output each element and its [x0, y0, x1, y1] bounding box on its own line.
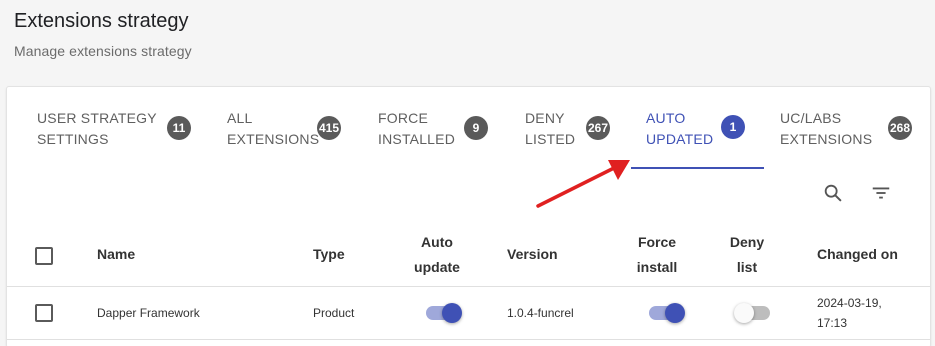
tab-label: AUTO UPDATED	[646, 110, 714, 147]
filter-button[interactable]	[867, 179, 895, 207]
tab-label: FORCE INSTALLED	[378, 110, 456, 147]
tab-label: UC/LABS EXTENSIONS	[780, 110, 873, 147]
count-badge: 268	[888, 116, 912, 140]
tab-uc-labs-extensions[interactable]: UC/LABS EXTENSIONS 268	[780, 87, 920, 171]
count-badge: 1	[721, 115, 745, 139]
extensions-card: USER STRATEGY SETTINGS 11 ALL EXTENSIONS 4…	[6, 86, 931, 346]
row-name: Dapper Framework	[97, 306, 200, 320]
tab-auto-updated[interactable]: AUTO UPDATED 1	[646, 87, 761, 171]
column-header-version[interactable]: Version	[507, 242, 558, 267]
auto-update-toggle[interactable]	[424, 303, 464, 323]
tab-force-installed[interactable]: FORCE INSTALLED 9	[378, 87, 493, 171]
column-header-name[interactable]: Name	[97, 242, 135, 267]
search-button[interactable]	[819, 179, 847, 207]
deny-list-toggle[interactable]	[734, 303, 774, 323]
row-changed-on: 2024-03-19, 17:13	[817, 296, 882, 330]
search-icon	[824, 184, 842, 202]
active-tab-indicator	[631, 167, 764, 169]
row-type: Product	[313, 306, 355, 320]
select-all-checkbox[interactable]	[35, 247, 53, 265]
row-version: 1.0.4-funcrel	[507, 306, 574, 320]
tab-label: USER STRATEGY SETTINGS	[37, 110, 157, 147]
page-subtitle: Manage extensions strategy	[14, 43, 192, 59]
page-title: Extensions strategy	[14, 10, 189, 32]
column-header-changed-on[interactable]: Changed on	[817, 242, 898, 267]
tab-label: DENY LISTED	[525, 110, 576, 147]
force-install-toggle[interactable]	[647, 303, 687, 323]
column-header-force-install[interactable]: Force install	[632, 230, 682, 280]
column-header-auto-update[interactable]: Auto update	[412, 230, 462, 280]
tab-label: ALL EXTENSIONS	[227, 110, 320, 147]
column-header-deny-list[interactable]: Deny list	[724, 230, 770, 280]
row-checkbox[interactable]	[35, 304, 53, 322]
filter-icon	[872, 187, 890, 199]
row-divider	[7, 339, 930, 340]
tab-all-extensions[interactable]: ALL EXTENSIONS 415	[227, 87, 357, 171]
count-badge: 415	[317, 116, 341, 140]
count-badge: 267	[586, 116, 610, 140]
count-badge: 11	[167, 116, 191, 140]
column-header-type[interactable]: Type	[313, 242, 345, 267]
count-badge: 9	[464, 116, 488, 140]
annotation-arrow-icon	[536, 160, 630, 208]
tab-user-strategy-settings[interactable]: USER STRATEGY SETTINGS 11	[37, 87, 197, 171]
header-divider	[7, 286, 930, 287]
